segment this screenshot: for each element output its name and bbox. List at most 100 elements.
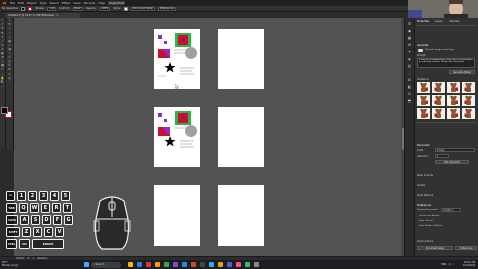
- units-select[interactable]: Inches: [435, 148, 475, 152]
- variation-thumbnail[interactable]: [432, 95, 445, 106]
- taskbar-app-icon[interactable]: [164, 262, 169, 267]
- taskbar-app-icon[interactable]: [173, 262, 178, 267]
- variation-thumbnail[interactable]: [462, 95, 475, 106]
- panel-toggle-1-icon[interactable]: ◆: [408, 29, 411, 33]
- panel-toggle-5-icon[interactable]: ◈: [408, 57, 411, 61]
- control-bar: No Selection Stroke: 1 pt Uniform Basic …: [0, 6, 408, 12]
- panel-toggle-9-icon[interactable]: ◧: [408, 85, 411, 89]
- variation-thumbnail[interactable]: [447, 108, 460, 119]
- scale-strokes-checkbox[interactable]: Scale Strokes & Effects: [419, 225, 442, 227]
- fill-stroke-widget[interactable]: [1, 107, 13, 119]
- style-swatch[interactable]: [123, 6, 128, 11]
- stroke-swatch[interactable]: [28, 6, 33, 11]
- brush-basic[interactable]: Basic: [72, 6, 83, 11]
- panel-toggle-6-icon[interactable]: ▤: [408, 64, 411, 68]
- panel-toggle-0-icon[interactable]: ☰: [408, 22, 411, 26]
- panel-toggle-10-icon[interactable]: ⊡: [408, 92, 411, 96]
- variation-thumbnail[interactable]: [447, 95, 460, 106]
- variation-thumbnail[interactable]: [462, 82, 475, 93]
- quick-preferences-button[interactable]: Preferences: [455, 246, 477, 250]
- prompt-textarea[interactable]: a realistic anthropomorphic bear with a …: [417, 58, 475, 68]
- menu-effect[interactable]: Effect: [62, 1, 71, 5]
- variation-thumbnail[interactable]: [462, 108, 475, 119]
- artboard-5[interactable]: [154, 185, 200, 246]
- preferences-button[interactable]: Preferences: [157, 6, 176, 11]
- taskbar-app-icon[interactable]: [200, 262, 205, 267]
- primary-tool-16-icon[interactable]: ⋯: [1, 84, 5, 89]
- variation-thumbnail[interactable]: [447, 82, 460, 93]
- language-indicator[interactable]: ENG: [441, 263, 446, 266]
- fill-swatch[interactable]: [21, 6, 26, 11]
- menu-type[interactable]: Type: [40, 1, 47, 5]
- shortcut-key: 1: [17, 191, 26, 201]
- windows-start-icon[interactable]: [84, 262, 89, 267]
- illustrator-logo: Ai: [2, 0, 7, 6]
- quick-document-setup-button[interactable]: Document Setup: [417, 246, 453, 250]
- variation-thumbnail[interactable]: [417, 95, 430, 106]
- fill-color-box[interactable]: [1, 107, 8, 114]
- artboard-4[interactable]: [218, 107, 264, 167]
- panel-toggle-7-icon[interactable]: ⬚: [408, 71, 411, 75]
- variation-thumbnail[interactable]: [432, 108, 445, 119]
- menu-object[interactable]: Object: [27, 1, 37, 5]
- scale-corners-checkbox[interactable]: Scale Corners: [419, 220, 433, 222]
- taskbar-search[interactable]: ⌕ Search: [91, 261, 121, 268]
- taskbar-clock[interactable]: 10:01 AM 12/1/2023: [463, 261, 475, 267]
- menu-window[interactable]: Window: [84, 1, 96, 5]
- taskbar-app-icon[interactable]: [254, 262, 259, 267]
- wifi-icon[interactable]: ◔: [448, 263, 450, 266]
- edit-artboards-button[interactable]: Edit Artboards: [435, 160, 469, 164]
- use-preview-bounds-checkbox[interactable]: Use Preview Bounds: [419, 215, 439, 217]
- taskbar-app-icon[interactable]: [191, 262, 196, 267]
- variation-thumbnail[interactable]: [417, 108, 430, 119]
- artboard-3[interactable]: [154, 107, 200, 167]
- opacity-field[interactable]: 100%: [99, 6, 111, 11]
- taskbar-app-icon[interactable]: [209, 262, 214, 267]
- taskbar-app-icon[interactable]: [155, 262, 160, 267]
- panel-toggle-8-icon[interactable]: ⊞: [408, 78, 411, 82]
- workspace-switcher[interactable]: Essentials: [108, 1, 126, 5]
- variation-thumbnail[interactable]: [417, 82, 430, 93]
- taskbar-app-icon[interactable]: [245, 262, 250, 267]
- taskbar-app-icon[interactable]: [137, 262, 142, 267]
- taskbar-app-icon[interactable]: [236, 262, 241, 267]
- menu-edit[interactable]: Edit: [18, 1, 24, 5]
- taskbar-app-icon[interactable]: [182, 262, 187, 267]
- secondary-tool-15-icon[interactable]: ⋮: [8, 80, 12, 84]
- uniform-profile[interactable]: Uniform: [59, 7, 69, 10]
- tab-properties[interactable]: Properties: [417, 20, 429, 23]
- weather-widget[interactable]: 65°F Mostly cloudy: [2, 261, 32, 267]
- system-tray: ENG ◔ ♪: [441, 261, 454, 268]
- keyboard-increment-field[interactable]: 0.0139 in: [441, 208, 461, 212]
- taskbar-app-icon[interactable]: [227, 262, 232, 267]
- close-tab-icon[interactable]: ×: [56, 14, 58, 17]
- bear-icon: [434, 108, 442, 118]
- variation-thumbnail[interactable]: [432, 82, 445, 93]
- taskbar-app-icon[interactable]: [128, 262, 133, 267]
- artboard-1[interactable]: [154, 29, 200, 89]
- selection-status: No Selection: [2, 7, 19, 10]
- shortcut-key: SPACE: [32, 239, 64, 249]
- menu-help[interactable]: Help: [98, 1, 105, 5]
- volume-icon[interactable]: ♪: [452, 263, 454, 266]
- panel-toggle-3-icon[interactable]: ⚙: [408, 43, 411, 47]
- stroke-weight-field[interactable]: 1 pt: [47, 6, 57, 11]
- artboard-6[interactable]: [218, 185, 264, 246]
- menu-view[interactable]: View: [73, 1, 80, 5]
- tab-layers[interactable]: Layers: [435, 20, 443, 23]
- document-setup-button[interactable]: Document Setup: [130, 6, 155, 11]
- artboard-label: Artboard: [417, 155, 428, 158]
- menu-select[interactable]: Select: [50, 1, 59, 5]
- tab-libraries[interactable]: Libraries: [449, 20, 459, 23]
- menu-file[interactable]: File: [10, 1, 15, 5]
- generate-button[interactable]: Generate (Beta): [449, 70, 475, 74]
- artboard-2[interactable]: [218, 29, 264, 89]
- taskbar-app-icon[interactable]: [218, 262, 223, 267]
- toggle-switch-icon[interactable]: [418, 49, 423, 52]
- taskbar-app-icon[interactable]: [146, 262, 151, 267]
- panel-toggle-11-icon[interactable]: ⬒: [408, 99, 411, 103]
- document-title: Untitled-1* @ 16.67 % (CMYK/Preview): [8, 14, 55, 17]
- panel-toggle-2-icon[interactable]: ▦: [408, 36, 411, 40]
- panel-toggle-4-icon[interactable]: ✦: [408, 50, 411, 54]
- artboard-select[interactable]: 1: [435, 154, 449, 158]
